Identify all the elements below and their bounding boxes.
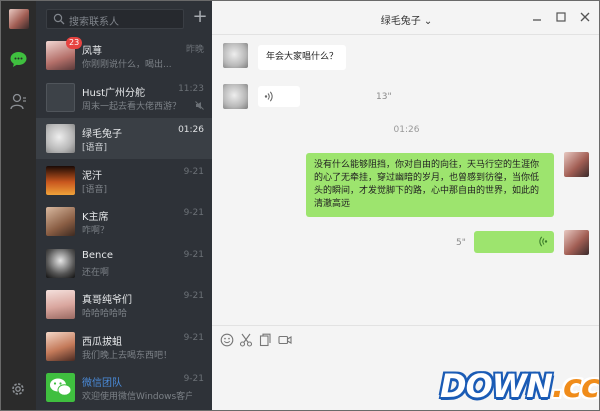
search-placeholder: 搜索联系人 — [69, 17, 119, 28]
my-avatar[interactable] — [9, 9, 29, 29]
time-separator: 01:26 — [393, 125, 420, 135]
emoji-icon[interactable] — [220, 333, 234, 347]
chat-preview: 哈哈哈哈哈 — [82, 309, 128, 319]
chat-preview: 还在啊 — [82, 268, 110, 278]
chat-time: 9-21 — [183, 250, 204, 260]
chat-time: 9-21 — [183, 333, 204, 343]
chat-name: Bence — [82, 250, 114, 261]
chat-name: 微信团队 — [82, 378, 122, 389]
chat-item[interactable]: K主席 咋啊？ 9-21 — [36, 201, 212, 242]
voice-duration: 5" — [456, 238, 466, 248]
wechat-window: 搜索联系人 + 23 凤荨 你刚刚说什么，喝出... 昨晚 Hust广州分舵 周… — [0, 0, 600, 411]
chat-preview: [语音] — [82, 143, 108, 153]
chat-preview: [语音] — [82, 185, 108, 195]
close-icon[interactable] — [578, 10, 592, 24]
watermark-main: DOWN — [440, 367, 553, 405]
chat-item[interactable]: 泥汗 [语音] 9-21 — [36, 160, 212, 201]
voice-duration: 13" — [376, 92, 392, 102]
chat-panel: 绿毛兔子 ⌄ 年会大家唱什么？ 13" 01:26 没有什么能够阻挡，你对自由的… — [212, 1, 599, 410]
settings-gear-icon[interactable] — [10, 381, 26, 397]
my-voice-message[interactable] — [474, 231, 554, 253]
chat-time: 9-21 — [183, 291, 204, 301]
contacts-icon[interactable] — [10, 93, 27, 110]
chat-name: 泥汗 — [82, 171, 102, 182]
chat-time: 9-21 — [183, 208, 204, 218]
chat-time: 11:23 — [178, 84, 204, 94]
chat-name: 凤荨 — [82, 46, 102, 57]
chat-list: 搜索联系人 + 23 凤荨 你刚刚说什么，喝出... 昨晚 Hust广州分舵 周… — [36, 1, 212, 410]
chat-header: 绿毛兔子 ⌄ — [212, 1, 599, 35]
chat-item[interactable]: 微信团队 欢迎使用微信Windows客户端... 9-21 — [36, 367, 212, 408]
chat-name: 真哥纯爷们 — [82, 295, 132, 306]
chat-item[interactable]: Hust广州分舵 周末一起去看大佬西游？ 11:23 — [36, 77, 212, 118]
avatar — [46, 290, 75, 319]
avatar — [46, 83, 75, 112]
search-input[interactable]: 搜索联系人 — [46, 9, 184, 29]
chat-item[interactable]: Bence 还在啊 9-21 — [36, 243, 212, 284]
chat-preview: 咋啊？ — [82, 226, 110, 236]
my-message-bubble: 没有什么能够阻挡，你对自由的向往，天马行空的生涯你的心了无牵挂，穿过幽暗的岁月，… — [306, 153, 554, 217]
chat-icon[interactable] — [10, 51, 27, 68]
input-divider — [212, 325, 599, 326]
sender-avatar[interactable] — [223, 43, 248, 68]
avatar — [46, 207, 75, 236]
chat-item[interactable]: 真哥纯爷们 哈哈哈哈哈 9-21 — [36, 284, 212, 325]
avatar — [46, 124, 75, 153]
chat-name: K主席 — [82, 212, 109, 223]
chat-item[interactable]: 23 凤荨 你刚刚说什么，喝出... 昨晚 — [36, 35, 212, 76]
watermark-logo: DOWN.cc — [440, 367, 599, 405]
chat-time: 01:26 — [178, 125, 204, 135]
mute-icon — [195, 101, 204, 110]
chat-preview: 你刚刚说什么，喝出... — [82, 60, 172, 70]
voice-wave-icon — [264, 91, 273, 102]
my-avatar[interactable] — [564, 152, 589, 177]
chat-name: 西瓜拔蛆 — [82, 337, 122, 348]
avatar — [46, 249, 75, 278]
message-bubble: 年会大家唱什么？ — [258, 45, 347, 70]
chat-item[interactable]: 西瓜拔蛆 我们晚上去喝东西吧！ 9-21 — [36, 326, 212, 367]
screenshot-scissors-icon[interactable] — [239, 333, 253, 347]
my-avatar[interactable] — [564, 230, 589, 255]
file-icon[interactable] — [258, 333, 272, 347]
avatar — [46, 166, 75, 195]
nav-bar — [1, 1, 36, 410]
maximize-icon[interactable] — [554, 10, 568, 24]
sender-avatar[interactable] — [223, 84, 248, 109]
chat-time: 9-21 — [183, 374, 204, 384]
chat-name: Hust广州分舵 — [82, 88, 145, 99]
add-chat-button[interactable]: + — [192, 8, 208, 26]
voice-wave-icon — [539, 236, 548, 247]
chat-time: 9-21 — [183, 167, 204, 177]
unread-badge: 23 — [66, 37, 83, 49]
wechat-logo-icon — [46, 373, 75, 402]
video-call-icon[interactable] — [278, 333, 292, 347]
avatar — [46, 332, 75, 361]
chat-preview: 我们晚上去喝东西吧！ — [82, 351, 173, 361]
chat-preview: 欢迎使用微信Windows客户端... — [82, 392, 192, 402]
chat-time: 昨晚 — [185, 45, 204, 55]
chat-preview: 周末一起去看大佬西游？ — [82, 102, 182, 112]
search-icon — [53, 13, 65, 25]
chat-item[interactable]: 绿毛兔子 [语音] 01:26 — [36, 118, 212, 159]
minimize-icon[interactable] — [530, 10, 544, 24]
watermark-suffix: .cc — [551, 367, 599, 405]
voice-message[interactable] — [258, 86, 300, 107]
chat-name: 绿毛兔子 — [82, 129, 122, 140]
